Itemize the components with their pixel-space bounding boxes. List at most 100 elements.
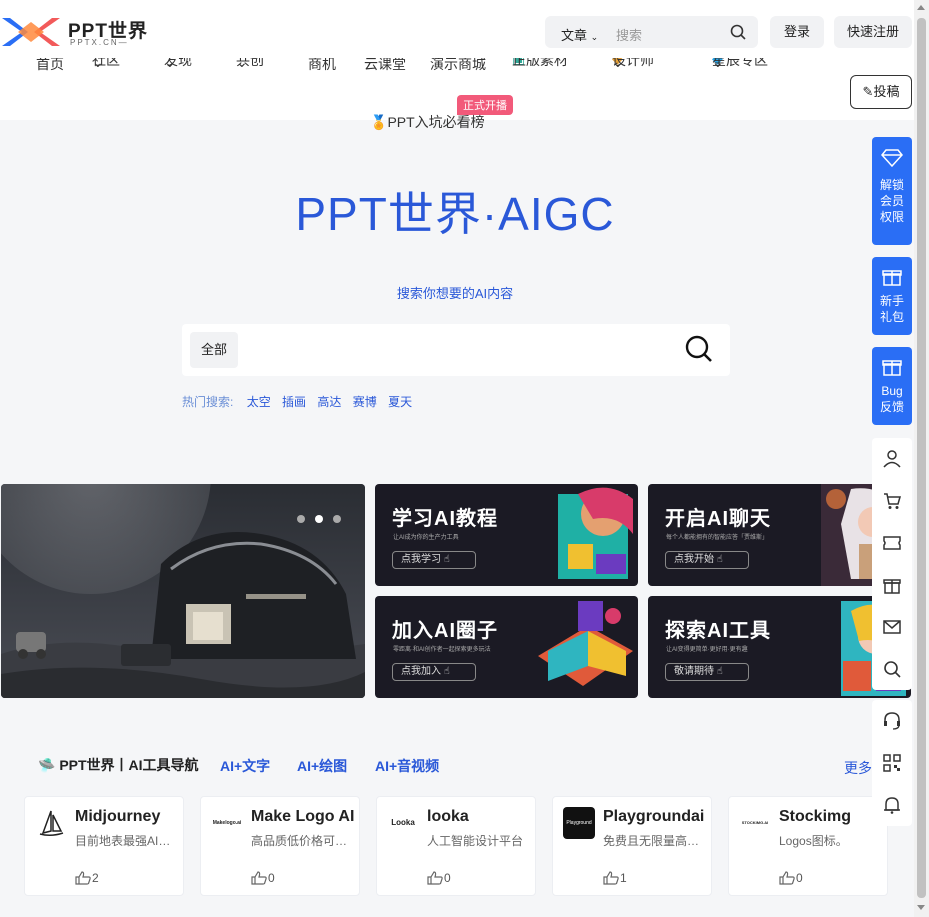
bug-feedback-button[interactable]: Bug反馈 bbox=[872, 347, 912, 425]
promo-art-image bbox=[558, 487, 633, 579]
sailboat-icon bbox=[39, 810, 64, 837]
nav-item-business[interactable]: 商机 bbox=[308, 58, 336, 74]
headset-icon bbox=[884, 712, 900, 730]
promo-card-learn[interactable]: 学习AI教程 让AI成为你的生产力工具 点我学习 ☝ bbox=[375, 484, 638, 586]
page-scrollbar[interactable] bbox=[914, 0, 929, 917]
gift-icon bbox=[882, 270, 902, 286]
nav-item-discover[interactable]: 发现 ⌄ bbox=[164, 58, 192, 71]
header-search: 文章 ⌄ 搜索 bbox=[545, 16, 758, 48]
tab-ai-text[interactable]: AI+文字 bbox=[220, 756, 270, 776]
diamond-icon bbox=[881, 149, 903, 168]
ticket-button[interactable] bbox=[872, 522, 912, 564]
sidebar-search-button[interactable] bbox=[872, 648, 912, 690]
notification-button[interactable] bbox=[872, 784, 912, 826]
hot-keyword[interactable]: 太空 bbox=[247, 395, 271, 409]
like-count[interactable]: 2 bbox=[75, 871, 99, 885]
tool-card[interactable]: Midjourney 目前地表最强AI绘图工具 2 bbox=[24, 796, 184, 896]
promo-button[interactable]: 点我加入 ☝ bbox=[392, 663, 476, 681]
scroll-down-arrow[interactable] bbox=[917, 905, 925, 910]
tool-name: Make Logo AI bbox=[251, 808, 355, 825]
register-button[interactable]: 快速注册 bbox=[834, 16, 912, 48]
search-icon[interactable] bbox=[684, 334, 714, 364]
nav-item-home[interactable]: 首页 bbox=[36, 58, 64, 74]
tool-name: Playgroundai bbox=[603, 808, 705, 825]
medal-icon: 🏅 bbox=[370, 114, 388, 130]
vip-unlock-button[interactable]: 解锁会员权限 bbox=[872, 137, 912, 245]
main-search-box[interactable]: 全部 bbox=[182, 324, 730, 376]
scroll-up-arrow[interactable] bbox=[917, 5, 925, 10]
search-input[interactable]: 搜索 bbox=[616, 25, 642, 44]
nav-item-cocreate[interactable]: 共创 ⌄ bbox=[236, 58, 264, 71]
promo-desc: 每个人都能拥有的智能应答「贾维斯」 bbox=[666, 535, 769, 541]
hero-subtitle: 搜索你想要的AI内容 bbox=[396, 286, 514, 301]
thumbs-up-icon bbox=[75, 871, 91, 885]
hot-ranking-link[interactable]: 🏅PPT入坑必看榜 bbox=[370, 112, 485, 132]
thumbs-up-icon bbox=[427, 871, 443, 885]
pointer-icon: ☝ bbox=[443, 554, 450, 565]
hot-keyword[interactable]: 赛博 bbox=[353, 395, 377, 409]
qrcode-button[interactable] bbox=[872, 742, 912, 784]
slider-dot[interactable] bbox=[297, 515, 305, 523]
promo-title: 学习AI教程 bbox=[392, 508, 498, 530]
scroll-thumb[interactable] bbox=[917, 18, 926, 898]
promo-button[interactable]: 敬请期待 ☝ bbox=[665, 663, 749, 681]
tool-desc: 高品质低价格可商用 bbox=[251, 834, 356, 848]
nav-item-designer[interactable]: ◆ 设计师 ⌄ bbox=[612, 58, 654, 71]
like-count[interactable]: 1 bbox=[603, 871, 627, 885]
side-toolbar-bottom bbox=[872, 700, 912, 826]
support-button[interactable] bbox=[872, 700, 912, 742]
message-button[interactable] bbox=[872, 606, 912, 648]
more-link[interactable]: 更多 bbox=[844, 758, 872, 778]
hot-keyword[interactable]: 插画 bbox=[282, 395, 306, 409]
login-button[interactable]: 登录 bbox=[770, 16, 824, 48]
post-button[interactable]: ✎投稿 bbox=[850, 75, 912, 109]
search-icon[interactable] bbox=[730, 24, 746, 40]
nav-item-course[interactable]: 云课堂 bbox=[364, 58, 406, 74]
gift-box-button[interactable] bbox=[872, 564, 912, 606]
search-scope-select[interactable]: 全部 bbox=[190, 332, 238, 368]
gift-icon bbox=[882, 360, 902, 376]
like-count[interactable]: 0 bbox=[779, 871, 803, 885]
slider-dots bbox=[297, 510, 351, 528]
promo-button[interactable]: 点我开始 ☝ bbox=[665, 551, 749, 569]
tool-desc: 免费且无限量高质量图片 bbox=[603, 834, 708, 848]
tab-ai-av[interactable]: AI+音视频 bbox=[375, 756, 439, 776]
hot-keyword[interactable]: 高达 bbox=[317, 395, 341, 409]
search-category-select[interactable]: 文章 ⌄ bbox=[561, 25, 598, 44]
tool-name: Stockimg bbox=[779, 808, 852, 825]
promo-card-circle[interactable]: 加入AI圈子 零距离·和AI创作者一起探索更多玩法 点我加入 ☝ bbox=[375, 596, 638, 698]
user-icon bbox=[883, 450, 901, 468]
tool-card[interactable]: STOCKIMG.AI Stockimg Logos图标。 0 bbox=[728, 796, 888, 896]
nav-item-star[interactable]: ◆ 星辰专区 ⌄ bbox=[712, 58, 768, 71]
promo-button[interactable]: 点我学习 ☝ bbox=[392, 551, 476, 569]
user-button[interactable] bbox=[872, 438, 912, 480]
tab-ai-drawing[interactable]: AI+绘图 bbox=[297, 756, 347, 776]
qrcode-icon bbox=[883, 754, 901, 772]
tool-card[interactable]: Makelogo.ai Make Logo AI 高品质低价格可商用 0 bbox=[200, 796, 360, 896]
cart-button[interactable] bbox=[872, 480, 912, 522]
site-logo[interactable]: PPT世界 PPTX.CN— bbox=[0, 12, 150, 52]
gift-label: 新手礼包 bbox=[879, 294, 904, 324]
like-count[interactable]: 0 bbox=[427, 871, 451, 885]
logo-subtext: PPTX.CN— bbox=[70, 38, 129, 47]
tool-card[interactable]: Looka looka 人工智能设计平台 0 bbox=[376, 796, 536, 896]
tool-desc: 人工智能设计平台 bbox=[427, 834, 524, 848]
slider-dot-active[interactable] bbox=[315, 515, 323, 523]
promo-title: 开启AI聊天 bbox=[665, 508, 771, 530]
nav-item-store[interactable]: 演示商城 bbox=[430, 58, 486, 74]
like-count[interactable]: 0 bbox=[251, 871, 275, 885]
tool-card[interactable]: Playground Playgroundai 免费且无限量高质量图片 1 bbox=[552, 796, 712, 896]
pointer-icon: ☝ bbox=[716, 666, 723, 677]
chevron-down-icon: ⌄ bbox=[590, 32, 599, 42]
section-title: 🛸 PPT世界丨AI工具导航 bbox=[38, 757, 199, 773]
banner-slider[interactable] bbox=[1, 484, 365, 698]
nav-item-community[interactable]: 社区 ⌄ bbox=[92, 58, 120, 71]
thumbs-up-icon bbox=[779, 871, 795, 885]
slider-dot[interactable] bbox=[333, 515, 341, 523]
ticket-icon bbox=[883, 536, 901, 550]
side-toolbar bbox=[872, 438, 912, 690]
hot-keyword[interactable]: 夏天 bbox=[388, 395, 412, 409]
tool-name: looka bbox=[427, 808, 469, 825]
newbie-gift-button[interactable]: 新手礼包 bbox=[872, 257, 912, 335]
thumbs-up-icon bbox=[603, 871, 619, 885]
